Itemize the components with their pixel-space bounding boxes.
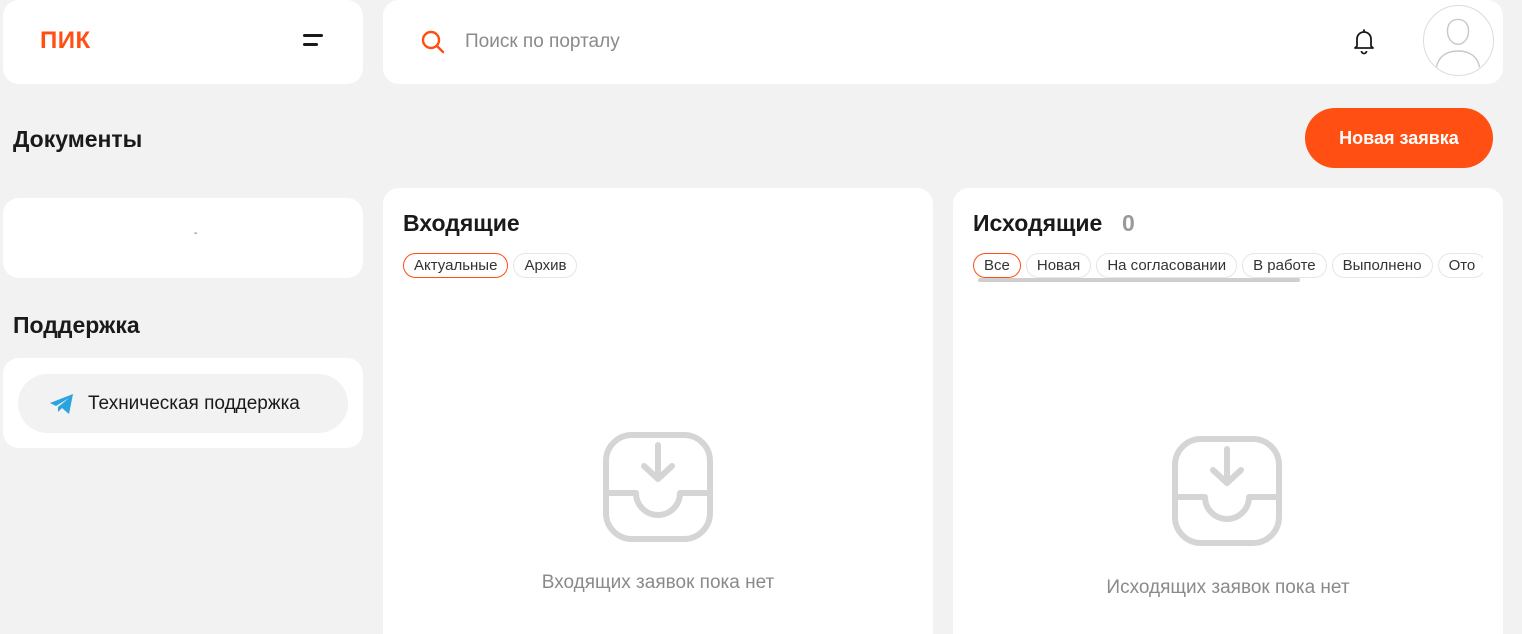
- tech-support-label: Техническая поддержка: [88, 393, 300, 414]
- menu-icon[interactable]: [299, 28, 329, 54]
- support-card: Техническая поддержка: [3, 358, 363, 448]
- incoming-title: Входящие: [403, 210, 520, 236]
- inbox-download-icon: [603, 432, 713, 542]
- inbox-download-icon: [1172, 436, 1282, 546]
- search-input[interactable]: [465, 24, 1265, 60]
- outgoing-filter-tabs: Все Новая На согласовании В работе Выпол…: [973, 253, 1483, 278]
- outgoing-title: Исходящие: [973, 210, 1103, 236]
- tab-new[interactable]: Новая: [1025, 253, 1092, 278]
- search-icon: [421, 30, 445, 54]
- tech-support-button[interactable]: Техническая поддержка: [18, 374, 348, 433]
- outgoing-empty-text: Исходящих заявок пока нет: [1106, 577, 1350, 598]
- tab-rejected[interactable]: Ото: [1437, 253, 1483, 278]
- logo[interactable]: ПИК: [40, 27, 91, 55]
- documents-placeholder: -: [194, 228, 198, 239]
- tab-archive[interactable]: Архив: [513, 253, 578, 278]
- incoming-empty-text: Входящих заявок пока нет: [541, 572, 775, 593]
- tab-actual[interactable]: Актуальные: [403, 253, 509, 278]
- bell-icon[interactable]: [1349, 26, 1379, 56]
- tab-in-progress[interactable]: В работе: [1242, 253, 1327, 278]
- documents-card: [3, 198, 363, 278]
- user-avatar-icon: [1435, 18, 1481, 68]
- header-bar: [383, 0, 1503, 84]
- avatar[interactable]: [1423, 5, 1494, 76]
- tabs-scrollbar[interactable]: [978, 278, 1300, 282]
- incoming-filter-tabs: Актуальные Архив: [403, 253, 578, 278]
- support-title: Поддержка: [13, 312, 140, 338]
- outgoing-panel: Исходящие 0 Все Новая На согласовании В …: [953, 188, 1503, 634]
- page-title: Документы: [13, 126, 143, 152]
- logo-card: ПИК: [3, 0, 363, 84]
- tab-on-approval[interactable]: На согласовании: [1096, 253, 1238, 278]
- new-request-button[interactable]: Новая заявка: [1305, 108, 1493, 168]
- incoming-panel: Входящие Актуальные Архив Входящих заяво…: [383, 188, 933, 634]
- tab-all[interactable]: Все: [973, 253, 1021, 278]
- outgoing-count: 0: [1122, 210, 1135, 236]
- telegram-icon: [50, 394, 73, 414]
- tab-completed[interactable]: Выполнено: [1331, 253, 1433, 278]
